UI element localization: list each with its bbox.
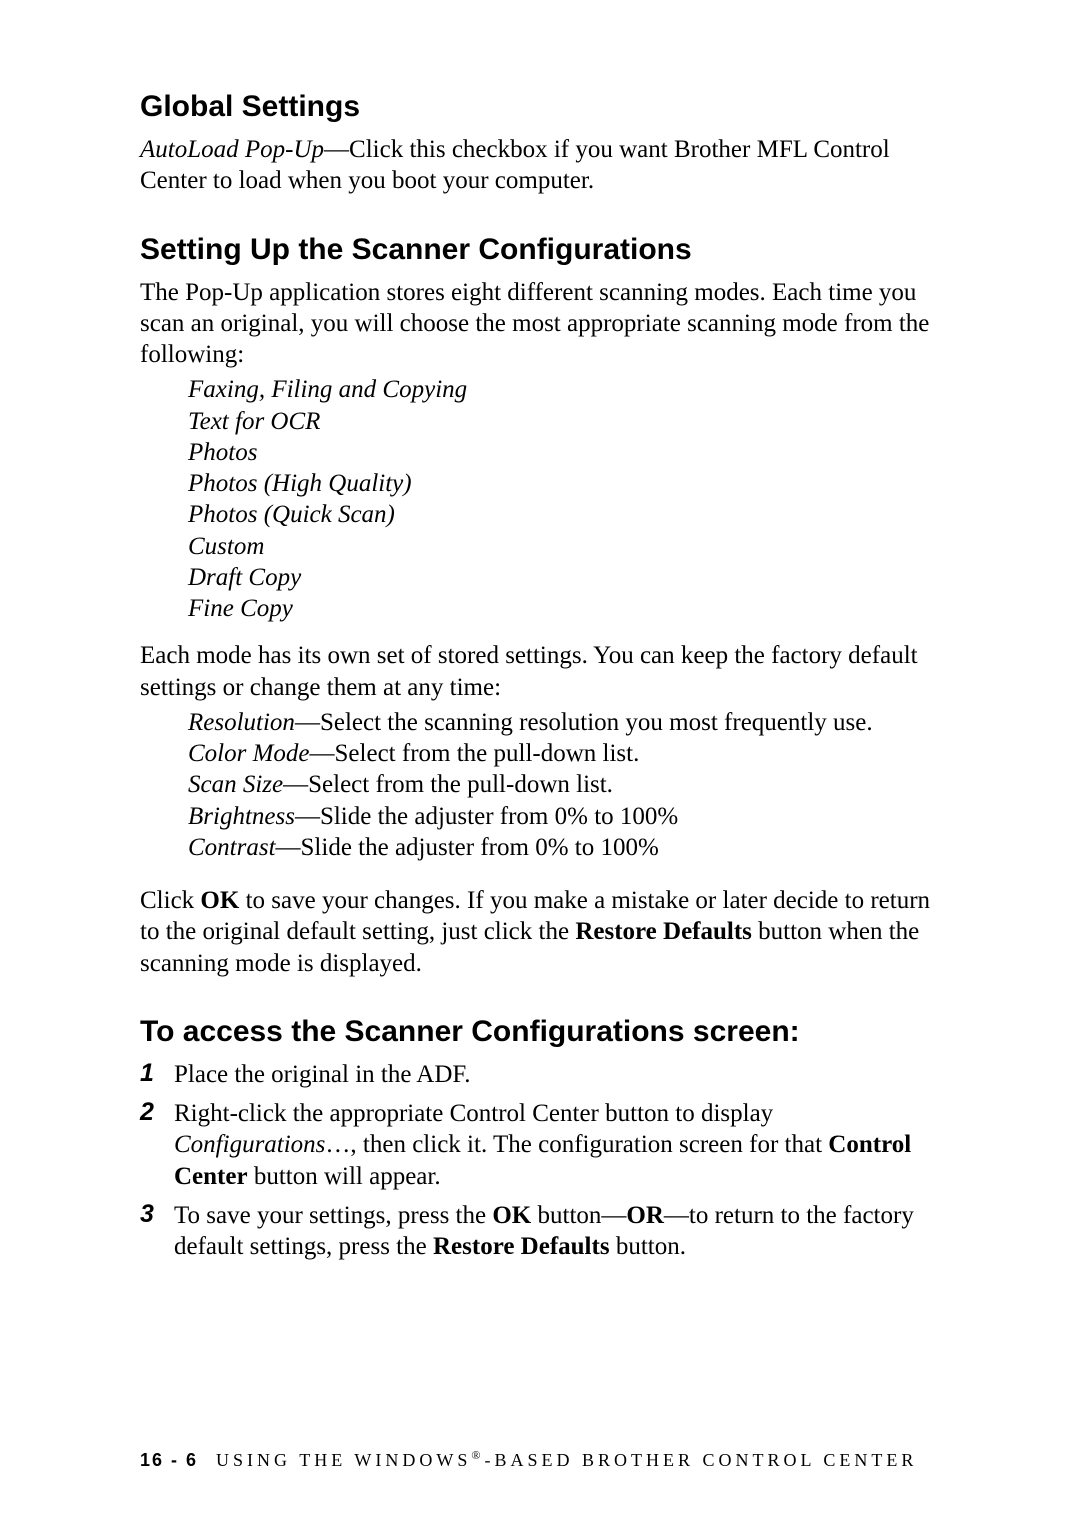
italic-autoload: AutoLoad Pop-Up bbox=[140, 136, 324, 163]
text-fragment: button will appear. bbox=[248, 1163, 441, 1190]
section-access-screen: To access the Scanner Configurations scr… bbox=[140, 1015, 950, 1263]
setting-label: Color Mode bbox=[188, 740, 310, 767]
setting-desc: —Select from the pull-down list. bbox=[283, 771, 613, 798]
step-number: 1 bbox=[140, 1059, 174, 1090]
italic-configurations: Configurations bbox=[174, 1131, 325, 1158]
setting-item: Resolution—Select the scanning resolutio… bbox=[188, 707, 950, 738]
mode-item: Text for OCR bbox=[188, 406, 950, 437]
text-fragment: Click bbox=[140, 887, 200, 914]
section-scanner-config: Setting Up the Scanner Configurations Th… bbox=[140, 233, 950, 979]
mode-item: Custom bbox=[188, 531, 950, 562]
setting-label: Brightness bbox=[188, 803, 295, 830]
para-intro: The Pop-Up application stores eight diff… bbox=[140, 277, 950, 371]
setting-label: Resolution bbox=[188, 709, 295, 736]
mode-item: Fine Copy bbox=[188, 593, 950, 624]
bold-ok: OK bbox=[200, 887, 239, 914]
setting-desc: —Select the scanning resolution you most… bbox=[295, 709, 873, 736]
step-text: Right-click the appropriate Control Cent… bbox=[174, 1098, 950, 1192]
text-fragment: button. bbox=[610, 1233, 686, 1260]
bold-ok: OK bbox=[492, 1202, 531, 1229]
step-number: 2 bbox=[140, 1098, 174, 1192]
heading-access-screen: To access the Scanner Configurations scr… bbox=[140, 1015, 950, 1049]
setting-item: Contrast—Slide the adjuster from 0% to 1… bbox=[188, 832, 950, 863]
mode-item: Photos (Quick Scan) bbox=[188, 499, 950, 530]
bold-restore: Restore Defaults bbox=[433, 1233, 610, 1260]
step-text: To save your settings, press the OK butt… bbox=[174, 1200, 950, 1263]
mode-item: Photos bbox=[188, 437, 950, 468]
page-number: 16 - 6 bbox=[140, 1450, 198, 1470]
text-fragment: Right-click the appropriate Control Cent… bbox=[174, 1100, 773, 1127]
setting-desc: —Slide the adjuster from 0% to 100% bbox=[276, 834, 659, 861]
step-text: Place the original in the ADF. bbox=[174, 1059, 471, 1090]
registered-icon: ® bbox=[471, 1448, 484, 1462]
setting-label: Scan Size bbox=[188, 771, 283, 798]
mode-list: Faxing, Filing and Copying Text for OCR … bbox=[188, 374, 950, 624]
setting-desc: —Select from the pull-down list. bbox=[310, 740, 640, 767]
step-number: 3 bbox=[140, 1200, 174, 1263]
mode-item: Draft Copy bbox=[188, 562, 950, 593]
step-2: 2 Right-click the appropriate Control Ce… bbox=[140, 1098, 950, 1192]
heading-scanner-config: Setting Up the Scanner Configurations bbox=[140, 233, 950, 267]
setting-item: Color Mode—Select from the pull-down lis… bbox=[188, 738, 950, 769]
mode-item: Photos (High Quality) bbox=[188, 468, 950, 499]
setting-item: Scan Size—Select from the pull-down list… bbox=[188, 769, 950, 800]
mode-item: Faxing, Filing and Copying bbox=[188, 374, 950, 405]
text-fragment: button— bbox=[531, 1202, 626, 1229]
settings-list: Resolution—Select the scanning resolutio… bbox=[188, 707, 950, 863]
step-1: 1 Place the original in the ADF. bbox=[140, 1059, 950, 1090]
para-autoload: AutoLoad Pop-Up—Click this checkbox if y… bbox=[140, 134, 950, 197]
bold-restore: Restore Defaults bbox=[575, 918, 752, 945]
para-each-mode: Each mode has its own set of stored sett… bbox=[140, 640, 950, 703]
para-click-ok: Click OK to save your changes. If you ma… bbox=[140, 885, 950, 979]
step-3: 3 To save your settings, press the OK bu… bbox=[140, 1200, 950, 1263]
setting-label: Contrast bbox=[188, 834, 276, 861]
page-footer: 16 - 6 USING THE WINDOWS®-BASED BROTHER C… bbox=[140, 1448, 917, 1471]
footer-title-a: USING THE WINDOWS bbox=[216, 1450, 471, 1470]
setting-desc: —Slide the adjuster from 0% to 100% bbox=[295, 803, 678, 830]
bold-or: OR bbox=[626, 1202, 664, 1229]
section-global-settings: Global Settings AutoLoad Pop-Up—Click th… bbox=[140, 90, 950, 197]
document-page: Global Settings AutoLoad Pop-Up—Click th… bbox=[0, 0, 1080, 1529]
footer-title-b: -BASED BROTHER CONTROL CENTER bbox=[484, 1450, 917, 1470]
text-fragment: To save your settings, press the bbox=[174, 1202, 492, 1229]
heading-global-settings: Global Settings bbox=[140, 90, 950, 124]
setting-item: Brightness—Slide the adjuster from 0% to… bbox=[188, 801, 950, 832]
text-fragment: …, then click it. The configuration scre… bbox=[325, 1131, 828, 1158]
